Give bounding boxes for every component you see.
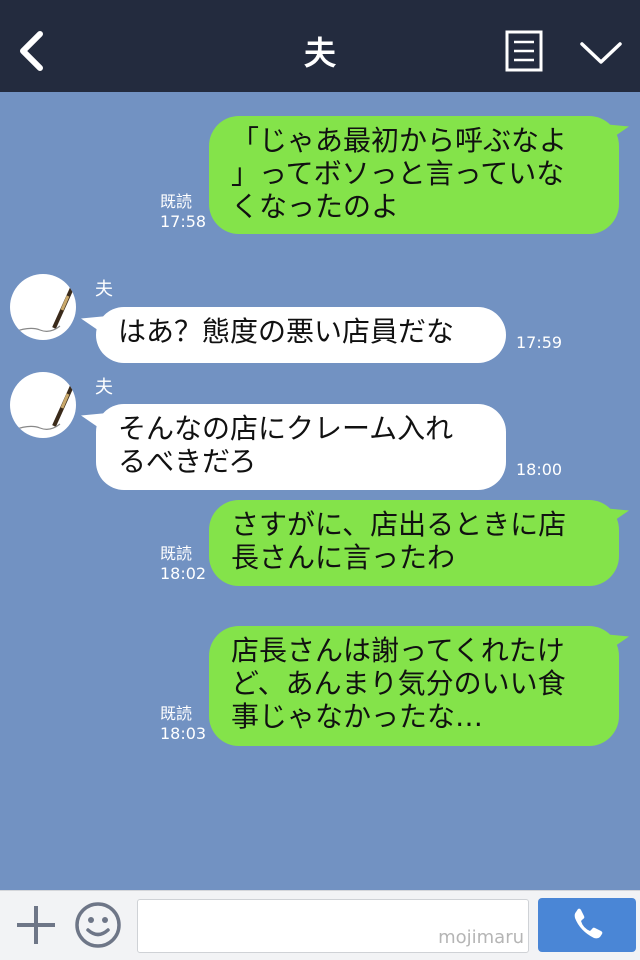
message-time: 18:00: [516, 460, 563, 479]
add-button[interactable]: [14, 903, 58, 947]
avatar[interactable]: [10, 372, 76, 438]
call-button[interactable]: [538, 898, 636, 952]
avatar[interactable]: [10, 274, 76, 340]
message-bubble-outgoing[interactable]: さすがに、店出るときに店 長さんに言ったわ: [209, 500, 619, 586]
message-bubble-outgoing[interactable]: 店長さんは謝ってくれたけ ど、あんまり気分のいい食 事じゃなかったな…: [209, 626, 619, 746]
chat-area[interactable]: 既読 17:58 「じゃあ最初から呼ぶなよ 」ってボソっと言っていな くなったの…: [0, 92, 640, 890]
emoji-button[interactable]: [74, 901, 122, 949]
message-bubble-incoming[interactable]: そんなの店にクレーム入れ るべきだろ: [96, 404, 506, 490]
message-bubble-incoming[interactable]: はあ？態度の悪い店員だな: [96, 307, 506, 363]
phone-icon: [574, 908, 603, 939]
collapse-button[interactable]: [578, 36, 624, 70]
pen-avatar-icon: [13, 385, 74, 431]
watermark: mojimaru: [438, 927, 524, 948]
message-meta: 既読 18:02: [160, 544, 206, 584]
message-meta: 既読 17:58: [160, 192, 206, 232]
message-time: 17:59: [516, 333, 563, 352]
input-bar: mojimaru: [0, 890, 640, 960]
menu-button[interactable]: [505, 30, 543, 72]
pen-avatar-icon: [13, 287, 74, 333]
emoji-icon: [75, 902, 121, 948]
chevron-down-icon: [580, 42, 622, 64]
sender-name: 夫: [95, 279, 113, 300]
message-time: 18:02: [160, 564, 207, 583]
message-meta: 既読 18:03: [160, 704, 206, 744]
message-bubble-outgoing[interactable]: 「じゃあ最初から呼ぶなよ 」ってボソっと言っていな くなったのよ: [209, 116, 619, 234]
sender-name: 夫: [95, 377, 113, 398]
read-receipt: 既読: [160, 544, 193, 563]
message-time: 18:03: [160, 724, 207, 743]
chat-header: 夫: [0, 0, 640, 92]
chat-title: 夫: [303, 34, 336, 72]
read-receipt: 既読: [160, 704, 193, 723]
read-receipt: 既読: [160, 192, 193, 211]
plus-icon: [17, 906, 55, 944]
message-time: 17:58: [160, 212, 207, 231]
menu-list-icon: [505, 30, 543, 72]
